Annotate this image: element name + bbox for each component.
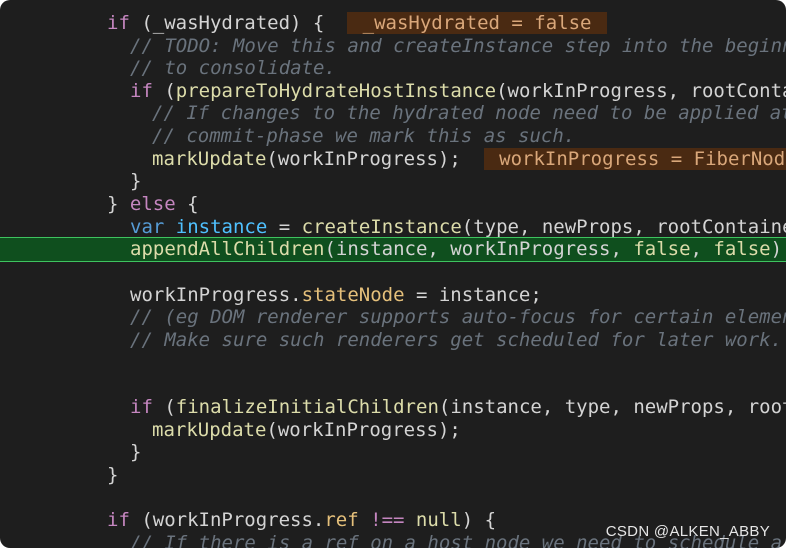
code-token: markUpdate — [152, 419, 267, 441]
code-token: = — [267, 216, 302, 238]
code-token: // to consolidate. — [130, 57, 336, 79]
code-line: } else { — [0, 193, 786, 215]
code-line: // (eg DOM renderer supports auto-focus … — [0, 306, 786, 328]
code-token: } — [107, 464, 119, 486]
code-token: stateNode — [301, 284, 405, 306]
code-text: markUpdate(workInProgress); — [152, 419, 461, 441]
code-line: // to consolidate. — [0, 57, 786, 79]
code-text: markUpdate(workInProgress); workInProgre… — [152, 148, 786, 170]
code-line: if (prepareToHydrateHostInstance(workInP… — [0, 80, 786, 102]
watermark-text: CSDN @ALKEN_ABBY — [605, 523, 770, 540]
code-token: = instance; — [404, 284, 542, 306]
code-text: } else { — [107, 193, 199, 215]
code-text: if (prepareToHydrateHostInstance(workInP… — [130, 80, 786, 102]
code-token: if — [107, 12, 130, 34]
code-token: null — [415, 509, 462, 531]
code-line: } — [0, 441, 786, 463]
code-token: ) — [770, 238, 783, 260]
code-token: // If changes to the hydrated node need … — [152, 102, 786, 124]
code-token: ) { — [461, 509, 497, 531]
code-token: , — [690, 238, 714, 260]
code-text: // Make sure such renderers get schedule… — [130, 329, 782, 351]
code-token: prepareToHydrateHostInstance — [175, 80, 497, 102]
code-token: ( — [152, 80, 176, 102]
code-text: // (eg DOM renderer supports auto-focus … — [130, 306, 786, 328]
code-token: else — [129, 193, 176, 215]
code-text: // If changes to the hydrated node need … — [152, 102, 786, 124]
code-token: ( — [152, 396, 176, 418]
code-text: workInProgress.stateNode = instance; — [130, 284, 542, 306]
code-token: appendAllChildren — [130, 238, 325, 260]
code-token: false — [633, 238, 691, 260]
code-token: (workInProgress. — [129, 509, 325, 531]
code-token: markUpdate — [152, 148, 267, 170]
code-text: // commit-phase we mark this as such. — [152, 125, 575, 147]
code-token: // (eg DOM renderer supports auto-focus … — [130, 306, 786, 328]
code-token: { — [175, 193, 199, 215]
code-token: finalizeInitialChildren — [175, 396, 439, 418]
code-text: } — [130, 441, 141, 463]
code-text: } — [107, 464, 118, 486]
code-text: // TODO: Move this and createInstance st… — [130, 35, 786, 57]
code-line-highlighted: appendAllChildren(instance, workInProgre… — [0, 238, 786, 260]
code-line: } — [0, 170, 786, 192]
code-token: (_wasHydrated) { — [129, 12, 348, 34]
code-token: false — [713, 238, 771, 260]
code-token: if — [107, 509, 130, 531]
code-token: (type, newProps, rootContaine — [461, 216, 786, 238]
code-token: // commit-phase we mark this as such. — [152, 125, 576, 147]
code-line: var instance = createInstance(type, newP… — [0, 216, 786, 238]
code-token: (workInProgress, rootContai — [496, 80, 786, 102]
code-line: // TODO: Move this and createInstance st… — [0, 35, 786, 57]
code-text: appendAllChildren(instance, workInProgre… — [130, 238, 782, 260]
code-token: } — [130, 170, 142, 192]
code-token: !== — [370, 509, 405, 531]
inline-value-hint: _wasHydrated = false — [347, 12, 607, 34]
code-text: var instance = createInstance(type, newP… — [130, 216, 786, 238]
code-token: (workInProgress); — [266, 148, 484, 170]
code-line: // Make sure such renderers get schedule… — [0, 329, 786, 351]
code-line: if (_wasHydrated) { _wasHydrated = false — [0, 12, 786, 34]
code-line: markUpdate(workInProgress); — [0, 419, 786, 441]
code-token: workInProgress. — [130, 284, 302, 306]
code-line: // commit-phase we mark this as such. — [0, 125, 786, 147]
code-text: // to consolidate. — [130, 57, 336, 79]
code-text: if (finalizeInitialChildren(instance, ty… — [130, 396, 786, 418]
code-token: (instance, type, newProps, root — [438, 396, 786, 418]
code-line: workInProgress.stateNode = instance; — [0, 284, 786, 306]
code-token: createInstance — [301, 216, 462, 238]
code-token: instance — [175, 216, 268, 238]
code-token: (workInProgress); — [266, 419, 461, 441]
code-line: // If changes to the hydrated node need … — [0, 102, 786, 124]
code-token: } — [130, 441, 142, 463]
code-token: // TODO: Move this and createInstance st… — [130, 35, 786, 57]
code-token: (instance, workInProgress, — [324, 238, 634, 260]
code-token: ref — [324, 509, 359, 531]
code-text: if (workInProgress.ref !== null) { — [107, 509, 496, 531]
code-token: if — [130, 396, 153, 418]
code-line: markUpdate(workInProgress); workInProgre… — [0, 148, 786, 170]
code-editor[interactable]: if (_wasHydrated) { _wasHydrated = false… — [0, 0, 786, 548]
code-token: // Make sure such renderers get schedule… — [130, 329, 783, 351]
inline-value-hint: workInProgress = FiberNode — [483, 148, 786, 170]
code-text: } — [130, 170, 141, 192]
code-token: var — [130, 216, 165, 238]
code-token: } — [107, 193, 130, 215]
code-line: if (finalizeInitialChildren(instance, ty… — [0, 396, 786, 418]
code-token: if — [130, 80, 153, 102]
code-text: if (_wasHydrated) { _wasHydrated = false — [107, 12, 607, 34]
code-line: } — [0, 464, 786, 486]
